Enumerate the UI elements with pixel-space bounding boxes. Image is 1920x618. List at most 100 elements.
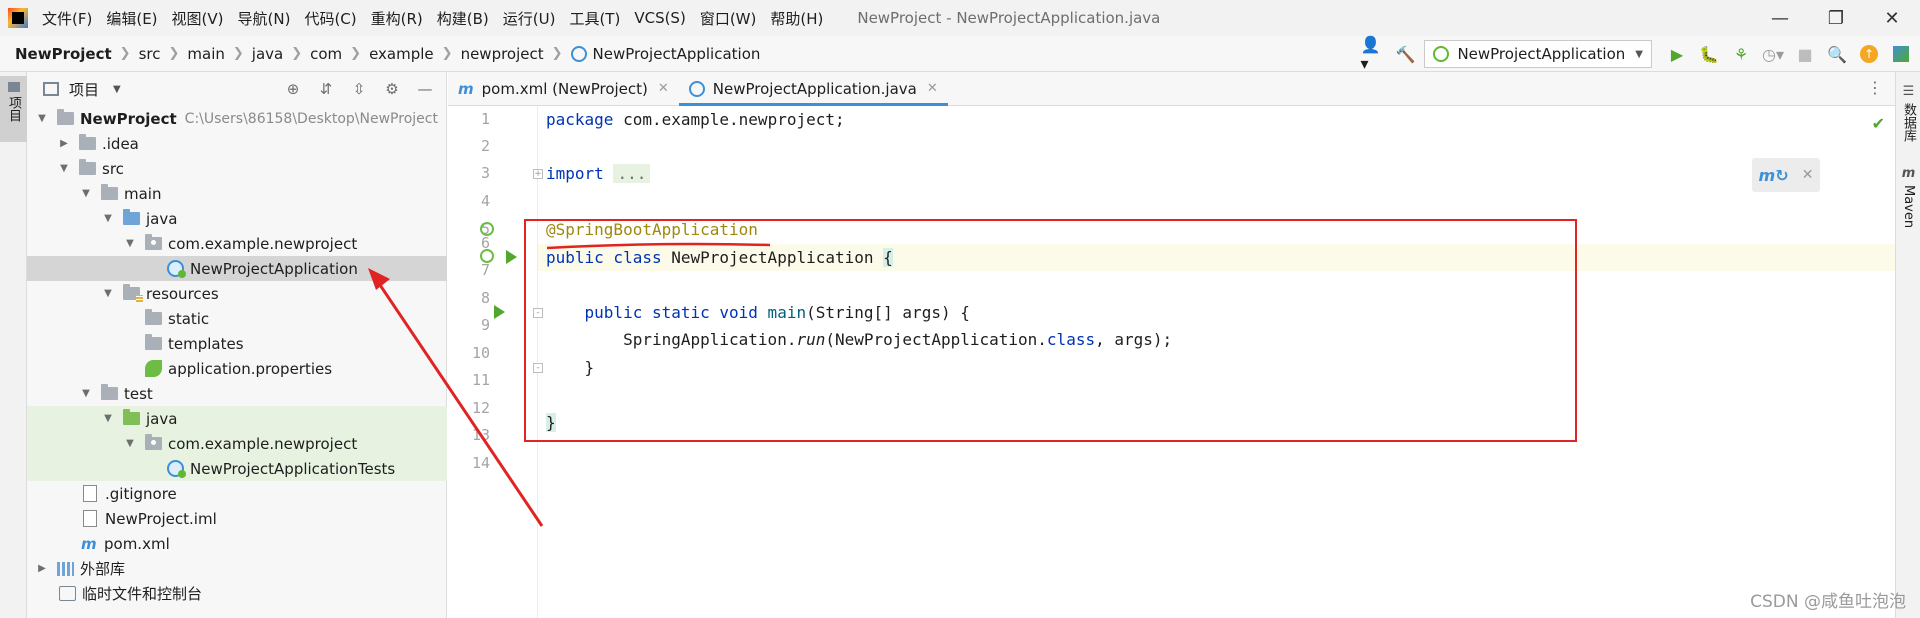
class-name: NewProjectApplication <box>661 248 884 267</box>
project-panel-title[interactable]: 项目 <box>69 79 99 100</box>
collapse-all-icon[interactable]: ⇳ <box>348 80 370 98</box>
tree-item-external-libraries[interactable]: ▶ 外部库 <box>27 556 447 581</box>
tab-new-project-application[interactable]: NewProjectApplication.java ✕ <box>678 72 948 106</box>
chevron-down-icon[interactable]: ▼ <box>123 438 137 449</box>
search-icon[interactable]: 🔍 <box>1824 41 1850 67</box>
breadcrumb-com[interactable]: com <box>310 45 342 63</box>
chevron-right-icon[interactable]: ▶ <box>57 138 71 149</box>
database-tool-tab[interactable]: ☰ 数据库 <box>1896 84 1920 142</box>
more-vertical-icon[interactable]: ⋮ <box>1867 78 1883 97</box>
tree-item-java-main[interactable]: ▼ java <box>27 206 447 231</box>
tree-item-resources[interactable]: ▼ resources <box>27 281 447 306</box>
tree-item-java-test[interactable]: ▼ java <box>27 406 447 431</box>
stop-icon[interactable]: ■ <box>1792 41 1818 67</box>
close-icon[interactable]: ✕ <box>1864 0 1920 36</box>
right-tool-strip: ☰ 数据库 m Maven <box>1895 72 1920 618</box>
tree-item-idea[interactable]: ▶ .idea <box>27 131 447 156</box>
chevron-down-icon[interactable]: ▼ <box>123 238 137 249</box>
tab-pom-xml[interactable]: m pom.xml (NewProject) ✕ <box>448 72 679 105</box>
breadcrumb-newproject[interactable]: newproject <box>461 45 544 63</box>
method-name: main <box>757 303 807 322</box>
minimize-icon[interactable]: — <box>1752 0 1808 36</box>
tree-item-iml[interactable]: NewProject.iml <box>27 506 447 531</box>
tree-item-static[interactable]: static <box>27 306 447 331</box>
folded-imports[interactable]: ... <box>613 164 651 183</box>
chevron-down-icon[interactable]: ▼ <box>79 188 93 199</box>
code-editor[interactable]: 1 2 3 4 5 6 7 8 9 10 11 12 13 14 + - - p… <box>448 106 1895 618</box>
profile-icon[interactable]: ◷▾ <box>1760 41 1786 67</box>
fold-icon[interactable]: + <box>533 169 543 179</box>
menu-window[interactable]: 窗口(W) <box>700 8 757 29</box>
menu-edit[interactable]: 编辑(E) <box>106 8 157 29</box>
chevron-down-icon[interactable]: ▼ <box>79 388 93 399</box>
chevron-right-icon[interactable]: ▶ <box>35 563 49 574</box>
update-icon[interactable]: ↑ <box>1856 41 1882 67</box>
menu-build[interactable]: 构建(B) <box>437 8 489 29</box>
breadcrumb-main[interactable]: main <box>187 45 224 63</box>
menu-refactor[interactable]: 重构(R) <box>371 8 423 29</box>
menu-file[interactable]: 文件(F) <box>42 8 92 29</box>
tree-item-test[interactable]: ▼ test <box>27 381 447 406</box>
coverage-icon[interactable]: ⚘ <box>1728 41 1754 67</box>
maven-icon: m <box>1901 166 1916 181</box>
tree-item-main[interactable]: ▼ main <box>27 181 447 206</box>
run-class-icon[interactable] <box>506 250 517 264</box>
breadcrumb-java[interactable]: java <box>252 45 283 63</box>
jetbrains-toolbox-icon[interactable] <box>1888 41 1914 67</box>
tree-item-package-main[interactable]: ▼ com.example.newproject <box>27 231 447 256</box>
chevron-down-icon[interactable]: ▼ <box>101 288 115 299</box>
breadcrumb-example[interactable]: example <box>369 45 434 63</box>
chevron-down-icon[interactable]: ▼ <box>113 84 121 95</box>
tree-item-project-root[interactable]: ▼ NewProject C:\Users\86158\Desktop\NewP… <box>27 106 447 131</box>
maven-reload-icon[interactable]: m↻ <box>1759 166 1789 185</box>
gear-icon[interactable]: ⚙ <box>381 80 403 98</box>
debug-icon[interactable]: 🐛 <box>1696 41 1722 67</box>
expand-all-icon[interactable]: ⇵ <box>315 80 337 98</box>
locate-target-icon[interactable]: ⊕ <box>282 80 304 98</box>
run-main-icon[interactable] <box>494 305 505 319</box>
chevron-down-icon[interactable]: ▼ <box>101 413 115 424</box>
menu-vcs[interactable]: VCS(S) <box>634 9 685 27</box>
tree-item-test-class[interactable]: NewProjectApplicationTests <box>27 456 447 481</box>
menu-run[interactable]: 运行(U) <box>503 8 556 29</box>
breadcrumb-src[interactable]: src <box>139 45 161 63</box>
spring-bean-icon[interactable] <box>480 222 494 236</box>
menu-navigate[interactable]: 导航(N) <box>238 8 291 29</box>
tree-item-main-class[interactable]: NewProjectApplication <box>27 256 447 281</box>
fold-icon[interactable]: - <box>533 308 543 318</box>
tree-item-src[interactable]: ▼ src <box>27 156 447 181</box>
chevron-down-icon[interactable]: ▼ <box>35 113 49 124</box>
menu-view[interactable]: 视图(V) <box>172 8 224 29</box>
tree-item-application-properties[interactable]: application.properties <box>27 356 447 381</box>
breadcrumb-project[interactable]: NewProject <box>15 45 112 63</box>
close-icon[interactable]: ✕ <box>927 81 938 96</box>
tree-item-gitignore[interactable]: .gitignore <box>27 481 447 506</box>
tree-item-pom[interactable]: m pom.xml <box>27 531 447 556</box>
close-icon[interactable]: ✕ <box>1802 167 1814 183</box>
project-tool-tab[interactable]: 项目 <box>0 76 27 142</box>
hide-icon[interactable]: — <box>414 80 436 98</box>
run-configuration-select[interactable]: NewProjectApplication ▼ <box>1424 40 1652 68</box>
run-icon[interactable]: ▶ <box>1664 41 1690 67</box>
maven-tool-tab[interactable]: m Maven <box>1896 166 1920 228</box>
breadcrumb-class[interactable]: NewProjectApplication <box>593 45 761 63</box>
tree-item-package-test[interactable]: ▼ com.example.newproject <box>27 431 447 456</box>
restore-icon[interactable]: ❐ <box>1808 0 1864 36</box>
chevron-down-icon[interactable]: ▼ <box>57 163 71 174</box>
tree-item-label: pom.xml <box>104 534 170 553</box>
menu-help[interactable]: 帮助(H) <box>770 8 823 29</box>
code-line-13: } <box>546 409 556 436</box>
fold-icon[interactable]: - <box>533 363 543 373</box>
tree-item-scratches[interactable]: 临时文件和控制台 <box>27 581 447 606</box>
build-hammer-icon[interactable]: 🔨 <box>1392 41 1418 67</box>
menu-code[interactable]: 代码(C) <box>304 8 356 29</box>
line-number: 3 <box>480 164 490 182</box>
user-icon[interactable]: 👤▾ <box>1360 35 1386 73</box>
spring-bean-icon[interactable] <box>480 249 494 263</box>
project-panel: 项目 ▼ ⊕ ⇵ ⇳ ⚙ — ▼ NewProject C:\Users\861… <box>27 72 447 618</box>
close-icon[interactable]: ✕ <box>658 81 669 96</box>
menu-tools[interactable]: 工具(T) <box>569 8 620 29</box>
chevron-down-icon[interactable]: ▼ <box>101 213 115 224</box>
inspections-ok-icon[interactable]: ✔ <box>1872 114 1885 133</box>
tree-item-templates[interactable]: templates <box>27 331 447 356</box>
